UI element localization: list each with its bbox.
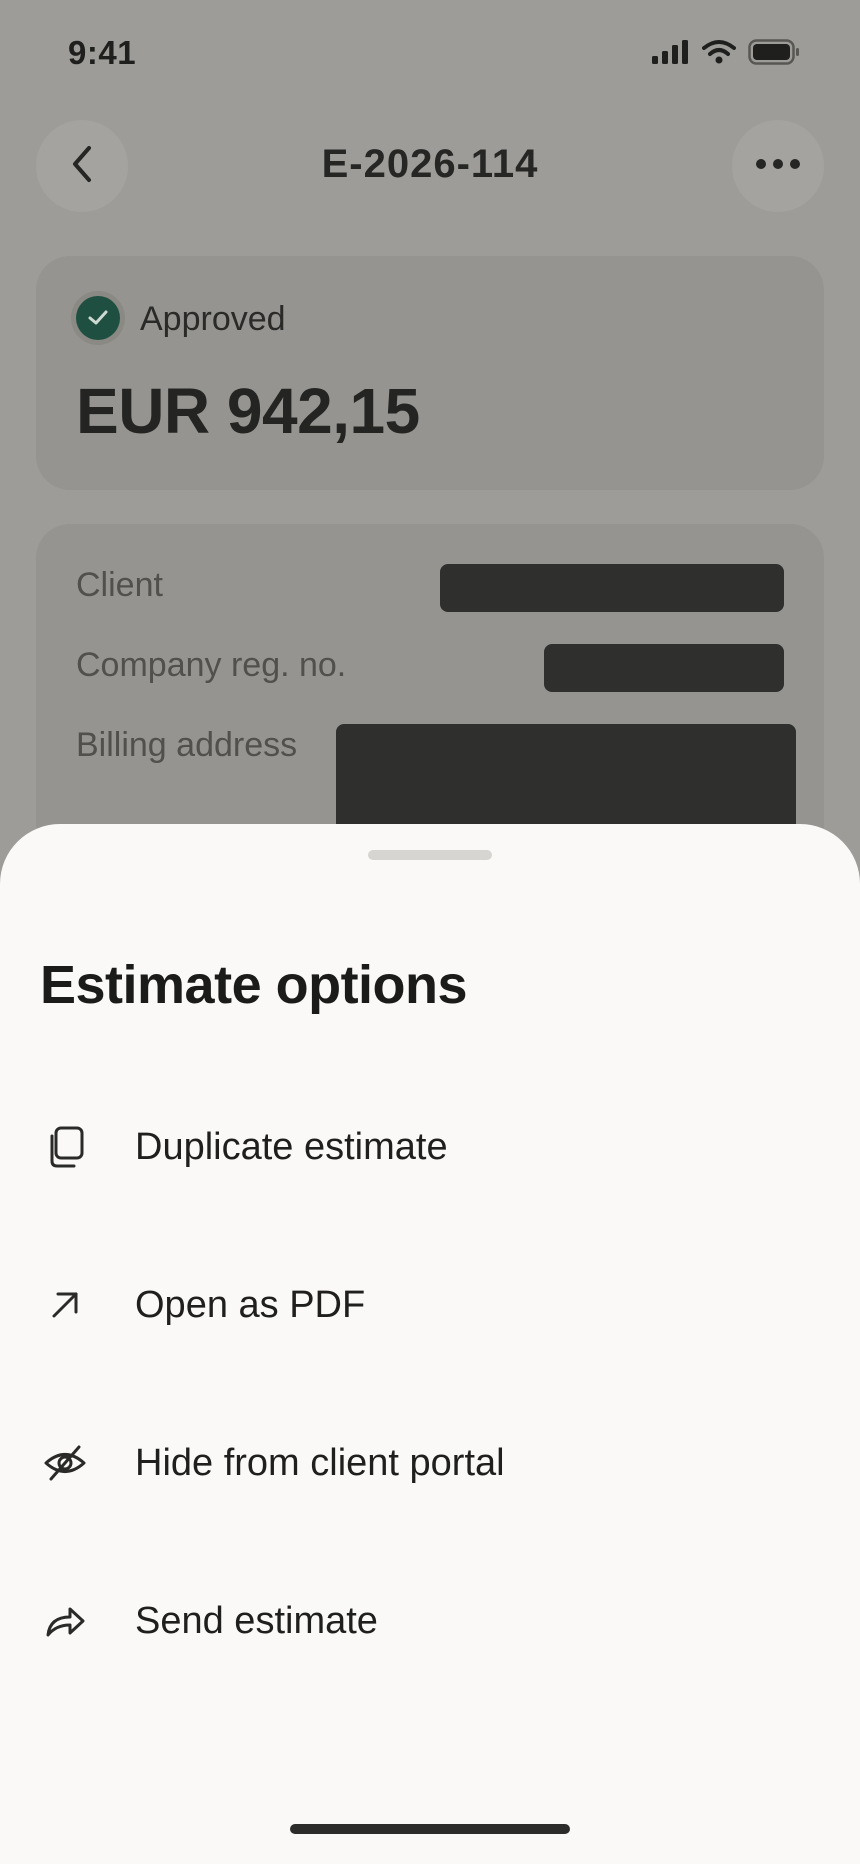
option-label: Open as PDF (135, 1283, 366, 1326)
option-label: Hide from client portal (135, 1441, 505, 1484)
status-icons (652, 38, 800, 70)
page-title: E-2026-114 (321, 142, 539, 186)
billing-address-label: Billing address (76, 726, 298, 764)
client-label: Client (76, 566, 163, 604)
option-label: Send estimate (135, 1599, 378, 1642)
copy-icon (42, 1124, 88, 1170)
client-value-redacted (440, 564, 784, 612)
more-button[interactable] (732, 120, 824, 212)
status-time: 9:41 (68, 34, 137, 71)
sheet-grabber[interactable] (368, 850, 492, 860)
company-reg-label: Company reg. no. (76, 646, 347, 684)
option-open-as-pdf[interactable]: Open as PDF (0, 1250, 860, 1360)
battery-icon (748, 38, 800, 70)
options-sheet: Estimate options Duplicate estimate Open… (0, 824, 860, 1864)
share-arrow-icon (42, 1598, 88, 1644)
estimate-amount: EUR 942,15 (76, 375, 420, 447)
home-indicator (290, 1824, 570, 1834)
eye-off-icon (42, 1440, 88, 1486)
wifi-icon (702, 39, 736, 70)
arrow-up-right-icon (42, 1282, 88, 1328)
company-reg-value-redacted (544, 644, 784, 692)
option-label: Duplicate estimate (135, 1125, 448, 1168)
more-horizontal-icon (755, 157, 801, 175)
option-hide-from-client-portal[interactable]: Hide from client portal (0, 1408, 860, 1518)
check-circle-icon (76, 296, 120, 340)
sheet-title: Estimate options (40, 955, 468, 1015)
status-card: Approved EUR 942,15 (36, 256, 824, 490)
option-duplicate-estimate[interactable]: Duplicate estimate (0, 1092, 860, 1202)
signal-icon (652, 39, 690, 69)
option-send-estimate[interactable]: Send estimate (0, 1566, 860, 1676)
status-badge: Approved (140, 300, 286, 338)
